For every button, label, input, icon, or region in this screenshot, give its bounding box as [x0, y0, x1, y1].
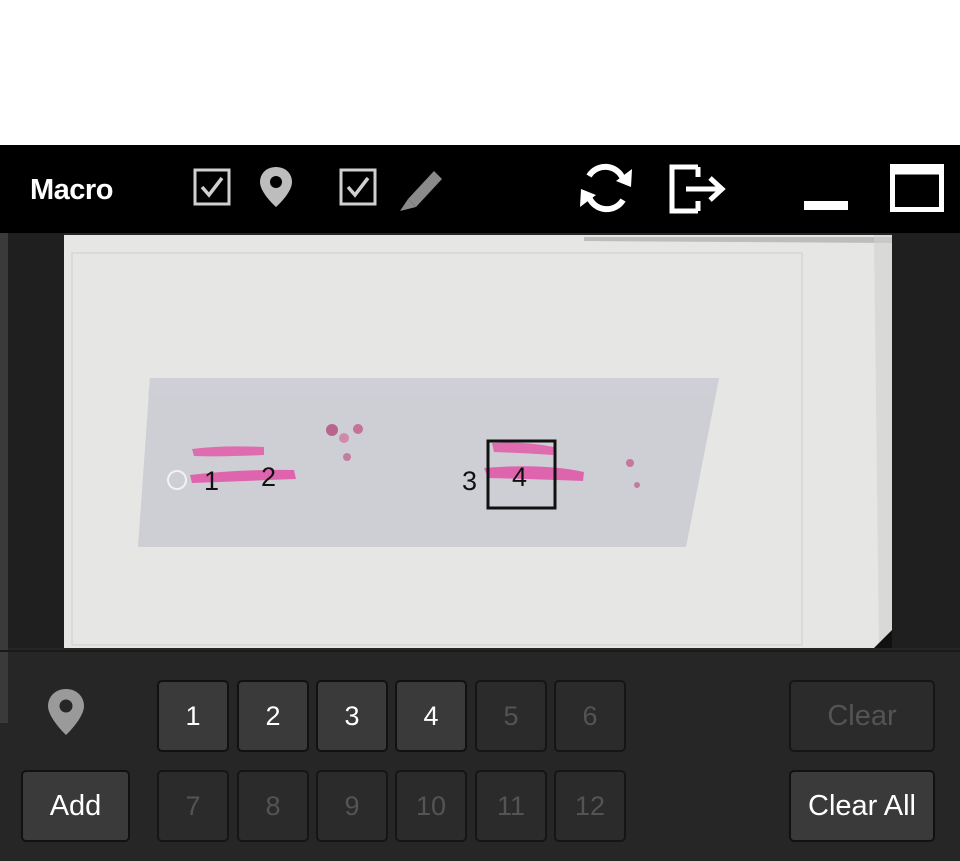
viewer-right-margin — [892, 233, 960, 648]
viewer-left-margin — [8, 233, 64, 648]
map-pin-icon — [46, 687, 86, 742]
title-bar: Macro — [0, 145, 960, 233]
show-annotations-checkbox-icon[interactable] — [339, 168, 377, 206]
minimize-icon[interactable] — [804, 201, 848, 211]
slot-button-7[interactable]: 7 — [157, 770, 229, 842]
slide-macro-image[interactable]: 1 2 3 4 — [64, 235, 892, 648]
panel-title: Macro — [30, 174, 113, 206]
clear-all-button[interactable]: Clear All — [789, 770, 935, 842]
maximize-icon[interactable] — [890, 164, 944, 212]
slot-button-12[interactable]: 12 — [554, 770, 626, 842]
slot-button-6[interactable]: 6 — [554, 680, 626, 752]
slide-marker-1: 1 — [204, 466, 219, 496]
slide-marker-3: 3 — [462, 466, 477, 496]
clear-button[interactable]: Clear — [789, 680, 935, 752]
map-pin-icon — [258, 165, 294, 209]
slot-button-5[interactable]: 5 — [475, 680, 547, 752]
controls-divider — [0, 650, 960, 652]
macro-panel: Macro 1 2 3 4 1 2 3 4 5 6 7 8 9 10 11 12… — [0, 145, 960, 861]
slide-marker-4: 4 — [512, 462, 527, 492]
slot-button-11[interactable]: 11 — [475, 770, 547, 842]
slot-button-2[interactable]: 2 — [237, 680, 309, 752]
slot-button-1[interactable]: 1 — [157, 680, 229, 752]
slot-button-9[interactable]: 9 — [316, 770, 388, 842]
export-icon[interactable] — [668, 163, 730, 215]
slot-button-3[interactable]: 3 — [316, 680, 388, 752]
slot-button-4[interactable]: 4 — [395, 680, 467, 752]
show-markers-checkbox-icon[interactable] — [193, 168, 231, 206]
slot-button-8[interactable]: 8 — [237, 770, 309, 842]
add-button[interactable]: Add — [21, 770, 130, 842]
slide-marker-2: 2 — [261, 462, 276, 492]
refresh-icon[interactable] — [576, 159, 636, 217]
pencil-icon — [396, 165, 446, 213]
slot-button-10[interactable]: 10 — [395, 770, 467, 842]
